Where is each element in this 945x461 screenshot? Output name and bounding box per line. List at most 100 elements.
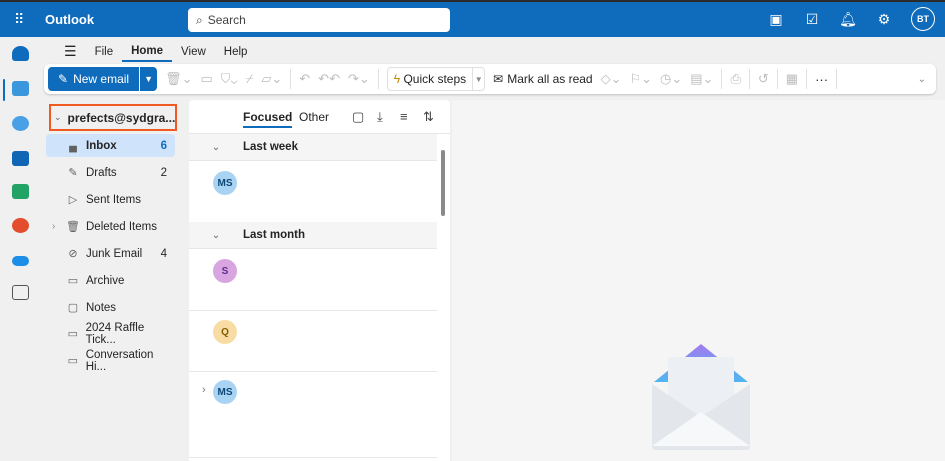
folder-label: 2024 Raffle Tick... [85, 321, 145, 346]
jump-icon[interactable]: ⤓ [377, 109, 383, 125]
folder-raffle-tickets[interactable]: ▭ 2024 Raffle Tick... [46, 321, 175, 346]
folder-inbox[interactable]: ▄ Inbox 6 [46, 134, 175, 157]
chevron-right-icon[interactable]: › [52, 221, 55, 232]
account-name: prefects@sydgra... [67, 110, 176, 125]
folder-label: Notes [86, 301, 117, 314]
folder-icon: ▭ [67, 355, 79, 367]
reply-all-icon[interactable]: ↶↶ [318, 71, 340, 87]
group-header-last-week[interactable]: ⌄ Last week [189, 134, 437, 161]
sort-icon[interactable]: ⇅ [423, 109, 434, 125]
folder-deleted-items[interactable]: › 🗑︎ Deleted Items [46, 215, 175, 238]
reply-icon[interactable]: ↶ [299, 71, 310, 87]
send-icon: ▷ [68, 194, 78, 206]
quick-steps-label: Quick steps [403, 72, 467, 86]
delete-icon[interactable]: 🗑︎⌄ [165, 71, 192, 87]
divider [806, 69, 808, 89]
outlook-icon[interactable] [12, 151, 29, 166]
note-icon: ▢ [67, 302, 79, 314]
lightning-icon: ϟ [393, 72, 401, 86]
print-icon[interactable]: ⎙ [730, 71, 740, 87]
mark-all-read-label: Mark all as read [507, 72, 593, 86]
folder-label: Junk Email [86, 247, 143, 260]
new-email-button[interactable]: ✎ New email ▼ [48, 67, 158, 91]
divider [189, 371, 437, 372]
folder-drafts[interactable]: ✎ Drafts 2 [46, 161, 175, 184]
new-email-dropdown[interactable]: ▼ [139, 67, 157, 91]
folder-label: Sent Items [86, 193, 141, 206]
clock-icon[interactable]: ◷⌄ [660, 71, 682, 87]
bell-icon[interactable]: 🔔︎ [839, 11, 857, 28]
hamburger-icon[interactable]: ☰ [55, 40, 86, 63]
tag-icon[interactable]: ◇⌄ [601, 71, 622, 87]
archive-icon[interactable]: ▭ [200, 71, 212, 87]
reading-pane [452, 100, 945, 461]
rail-selection-indicator [3, 79, 5, 101]
archive-icon: ▭ [67, 275, 79, 287]
filter-icon[interactable]: ≡ [400, 109, 408, 124]
more-options-icon[interactable]: ··· [815, 72, 828, 87]
people-icon[interactable] [12, 116, 29, 131]
new-email-label: New email [73, 72, 130, 86]
select-icon[interactable]: ▢ [352, 109, 364, 125]
group-header-last-month[interactable]: ⌄ Last month [189, 222, 437, 249]
search-box[interactable]: ⌕ Search [188, 8, 450, 32]
chevron-right-icon[interactable]: › [202, 384, 206, 396]
calendar-icon[interactable] [12, 81, 29, 96]
expand-ribbon-icon[interactable]: ⌄ [918, 74, 926, 85]
pencil-icon: ✎ [68, 167, 78, 179]
quick-steps-button[interactable]: ϟ Quick steps ▼ [386, 67, 486, 91]
tab-file[interactable]: File [86, 43, 123, 61]
unread-count: 6 [160, 139, 167, 152]
inbox-icon: ▄ [69, 139, 77, 152]
move-icon[interactable]: ▱⌄ [261, 71, 282, 87]
avatar[interactable]: BT [911, 7, 935, 31]
item-count: 4 [160, 247, 167, 260]
forward-icon[interactable]: ↷⌄ [348, 71, 370, 87]
chevron-down-icon: ⌄ [54, 112, 62, 122]
divider [377, 69, 379, 89]
apps-icon[interactable]: ▦ [786, 71, 798, 87]
excel-icon[interactable] [12, 184, 29, 199]
folder-notes[interactable]: ▢ Notes [46, 296, 175, 319]
onedrive-icon[interactable] [12, 256, 29, 266]
tab-home[interactable]: Home [122, 42, 173, 62]
sweep-icon[interactable]: ⌿ [246, 71, 254, 87]
scrollbar[interactable] [441, 150, 445, 216]
folder-junk-email[interactable]: ⊘ Junk Email 4 [46, 242, 175, 265]
chevron-down-icon[interactable]: ▼ [472, 68, 484, 90]
gear-icon[interactable]: ⚙ [875, 11, 893, 28]
office-icon[interactable] [12, 218, 29, 233]
empty-envelope-illustration [652, 344, 750, 450]
rules-icon[interactable]: ▤⌄ [690, 71, 713, 87]
envelope-open-icon: ✉ [493, 72, 504, 86]
chevron-down-icon: ⌄ [211, 141, 221, 153]
divider [776, 69, 778, 89]
onenote-icon[interactable]: ▣ [767, 11, 785, 28]
junk-icon: ⊘ [68, 248, 78, 260]
more-apps-icon[interactable] [12, 285, 29, 300]
app-launcher-icon[interactable]: ⠿ [14, 12, 28, 26]
trash-icon: 🗑︎ [66, 221, 80, 233]
avatar: S [213, 259, 237, 283]
tab-other[interactable]: Other [299, 110, 329, 124]
mail-icon[interactable] [12, 46, 29, 61]
divider [836, 69, 838, 89]
folder-label: Archive [86, 274, 125, 287]
folder-conversation-history[interactable]: ▭ Conversation Hi... [46, 349, 175, 373]
tab-focused[interactable]: Focused [243, 110, 293, 128]
report-icon[interactable]: ⛉⌄ [221, 71, 238, 87]
undo-icon[interactable]: ↺ [758, 71, 769, 87]
account-header[interactable]: ⌄ prefects@sydgra... [49, 104, 177, 131]
tab-help[interactable]: Help [215, 43, 257, 61]
folder-label: Inbox [86, 139, 117, 152]
search-icon: ⌕ [196, 12, 203, 27]
flag-icon[interactable]: ⚐⌄ [630, 71, 653, 87]
app-title: Outlook [45, 12, 95, 27]
todo-icon[interactable]: ☑ [803, 11, 821, 28]
tab-view[interactable]: View [172, 43, 215, 61]
search-placeholder: Search [207, 13, 246, 27]
folder-sent-items[interactable]: ▷ Sent Items [46, 188, 175, 211]
folder-archive[interactable]: ▭ Archive [46, 269, 175, 292]
compose-icon: ✎ [58, 72, 69, 86]
mark-all-read-button[interactable]: ✉ Mark all as read [493, 72, 592, 86]
